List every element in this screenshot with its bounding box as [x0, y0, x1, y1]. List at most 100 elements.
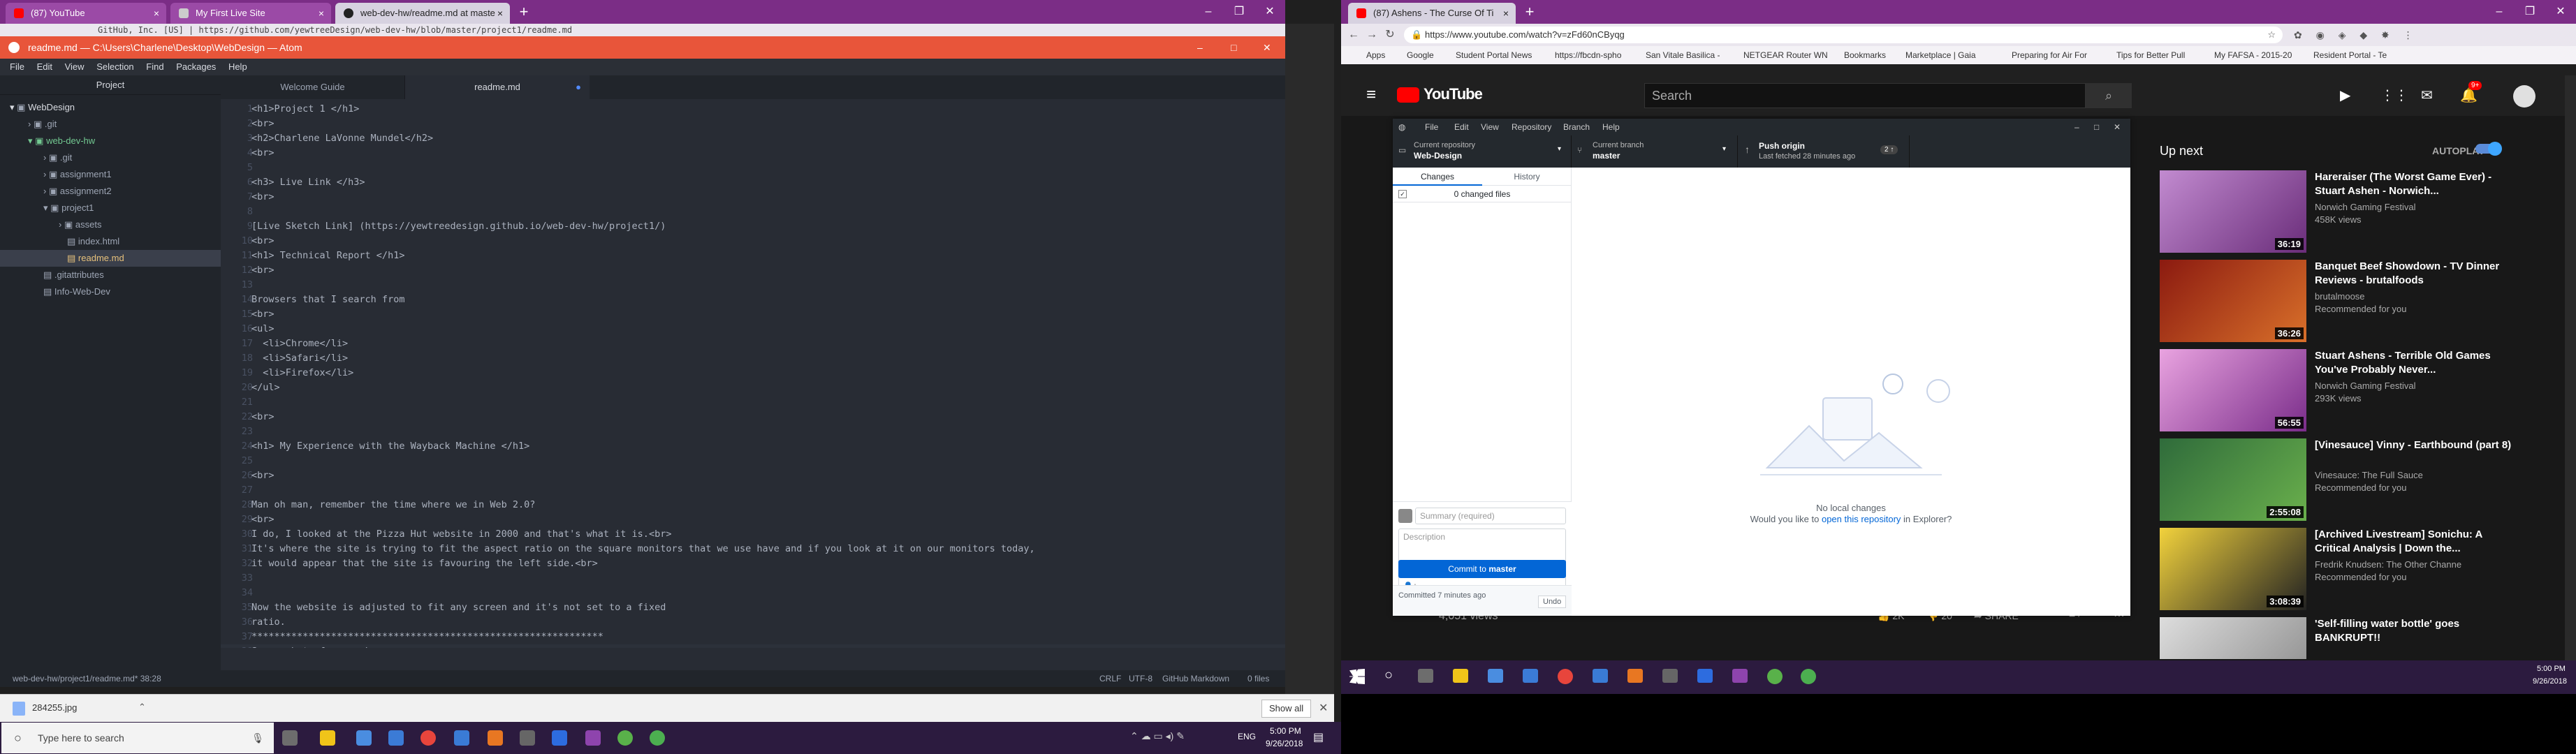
search-button[interactable]: ⌕: [2086, 83, 2132, 108]
video-card[interactable]: 36:26 Banquet Beef Showdown - TV Dinner …: [2160, 260, 2516, 342]
status-grammar[interactable]: GitHub Markdown: [1162, 670, 1229, 687]
close-icon[interactable]: ✕: [1319, 701, 1328, 715]
video-thumbnail[interactable]: 2:55:08: [2160, 438, 2306, 521]
url-input[interactable]: 🔒 https://www.youtube.com/watch?v=zFd60n…: [1404, 27, 2283, 43]
extension-icons[interactable]: ✿ ◉ ◈ ◆ ✸ ⋮: [2294, 29, 2419, 41]
code-line[interactable]: 4 <br>: [221, 146, 1285, 161]
line-text[interactable]: <br>: [251, 410, 275, 424]
code-line[interactable]: 14 Browsers that I search from: [221, 293, 1285, 307]
code-area[interactable]: 1 <h1>Project 1 </h1> 2 <br> 3 <h2>Charlene L…: [221, 99, 1285, 648]
browser-tab-active[interactable]: (87) Ashens - The Curse Of Ti ×: [1348, 3, 1516, 24]
menu-view[interactable]: View: [65, 61, 85, 72]
line-text[interactable]: Man oh man, remember the time where we i…: [251, 498, 535, 512]
line-text[interactable]: <br>: [251, 263, 275, 278]
close-icon[interactable]: ×: [154, 3, 159, 24]
undo-button[interactable]: Undo: [1538, 596, 1567, 608]
status-encoding[interactable]: UTF-8: [1129, 670, 1152, 687]
maximize-button[interactable]: ❐: [1224, 0, 1254, 24]
code-line[interactable]: 12 <br>: [221, 263, 1285, 278]
code-line[interactable]: 35 Now the website is adjusted to fit any…: [221, 600, 1285, 615]
taskbar-search[interactable]: ○ Type here to search 🎙: [1, 723, 274, 753]
app-m-icon[interactable]: [1593, 669, 1608, 683]
tab-welcome-guide[interactable]: Welcome Guide: [221, 75, 405, 99]
code-line[interactable]: 16 <ul>: [221, 322, 1285, 337]
app-notes-icon[interactable]: [1662, 669, 1678, 683]
app-m-icon[interactable]: [454, 730, 469, 746]
current-repository-button[interactable]: ▭ Current repository Web-Design ▾: [1393, 135, 1572, 168]
bookmark-bookmarks[interactable]: Bookmarks: [1844, 46, 1886, 64]
code-line[interactable]: 24 <h1> My Experience with the Wayback Ma…: [221, 439, 1285, 454]
menu-help[interactable]: Help: [228, 61, 247, 72]
code-line[interactable]: 38Screenshot of my workspace.: [221, 644, 1285, 648]
tree-folder[interactable]: ▾ ▣ WebDesign: [10, 99, 75, 116]
video-thumbnail[interactable]: 36:19: [2160, 170, 2306, 253]
code-line[interactable]: 26 <br>: [221, 468, 1285, 483]
bookmark-student-portal[interactable]: Student Portal News: [1456, 46, 1532, 64]
close-window-button[interactable]: ✕: [2114, 119, 2121, 135]
download-filename[interactable]: 284255.jpg: [32, 702, 77, 713]
ghd-menu-repository[interactable]: Repository: [1512, 119, 1551, 135]
maximize-button[interactable]: □: [2094, 119, 2099, 135]
tree-folder[interactable]: › ▣ .git: [28, 116, 57, 133]
bookmark-resident-portal[interactable]: Resident Portal - Te: [2313, 46, 2387, 64]
task-view-icon[interactable]: [282, 730, 298, 746]
line-text[interactable]: <li>Safari</li>: [251, 351, 348, 366]
app-blue-icon[interactable]: [552, 730, 567, 746]
menu-find[interactable]: Find: [146, 61, 163, 72]
line-text[interactable]: <h1> Technical Report </h1>: [251, 249, 404, 263]
bookmark-fafsa[interactable]: My FAFSA - 2015-20: [2214, 46, 2292, 64]
new-tab-button[interactable]: +: [515, 4, 532, 21]
tree-file[interactable]: ▤ Info-Web-Dev: [43, 283, 110, 300]
status-file-path[interactable]: web-dev-hw/project1/readme.md* 38:28: [13, 670, 161, 687]
system-tray-icons[interactable]: ⌃ ☁ ▭ ◂) ✎: [1130, 730, 1185, 742]
open-repository-link[interactable]: open this repository: [1822, 514, 1901, 524]
code-line[interactable]: 13: [221, 278, 1285, 293]
task-view-icon[interactable]: [1418, 669, 1433, 683]
file-explorer-icon[interactable]: [1453, 669, 1468, 683]
app-green-icon[interactable]: [1801, 669, 1816, 684]
video-card[interactable]: 'Self-filling water bottle' goes BANKRUP…: [2160, 617, 2516, 659]
code-line[interactable]: 7 <br>: [221, 190, 1285, 205]
line-text[interactable]: </ul>: [251, 380, 280, 395]
bookmark-marketplace[interactable]: Marketplace | Gaia: [1905, 46, 1976, 64]
video-card[interactable]: 36:19 Hareraiser (The Worst Game Ever) -…: [2160, 170, 2516, 253]
avatar[interactable]: [2513, 85, 2535, 108]
search-input[interactable]: Search: [1644, 83, 2086, 108]
code-line[interactable]: 1 <h1>Project 1 </h1>: [221, 102, 1285, 117]
code-line[interactable]: 29 <br>: [221, 512, 1285, 527]
chrome-icon[interactable]: [420, 730, 436, 746]
maximize-button[interactable]: □: [1231, 36, 1236, 59]
close-icon[interactable]: ×: [497, 3, 503, 24]
tree-folder[interactable]: ▾ ▣ project1: [43, 200, 94, 216]
create-video-icon[interactable]: ▶: [2340, 87, 2350, 104]
tree-folder[interactable]: › ▣ assignment2: [43, 183, 112, 200]
line-text[interactable]: <br>: [251, 117, 275, 131]
tab-history[interactable]: History: [1482, 168, 1572, 186]
show-all-button[interactable]: Show all: [1261, 700, 1312, 718]
tray-date[interactable]: 9/26/2018: [1266, 739, 1303, 748]
video-card[interactable]: 56:55 Stuart Ashens - Terrible Old Games…: [2160, 349, 2516, 431]
star-icon[interactable]: ☆: [2267, 27, 2276, 43]
code-line[interactable]: 37 **************************************…: [221, 630, 1285, 644]
menu-file[interactable]: File: [10, 61, 24, 72]
forward-icon[interactable]: →: [1365, 28, 1379, 42]
browser-tab[interactable]: (87) YouTube ×: [6, 3, 166, 24]
menu-edit[interactable]: Edit: [37, 61, 52, 72]
ghd-menu-branch[interactable]: Branch: [1563, 119, 1590, 135]
code-line[interactable]: 31 It's where the site is trying to fit t…: [221, 542, 1285, 556]
video-thumbnail[interactable]: 3:08:39: [2160, 528, 2306, 610]
bookmark-san-vitale[interactable]: San Vitale Basilica -: [1646, 46, 1720, 64]
notifications-icon[interactable]: ▤: [1313, 730, 1324, 744]
chrome-icon[interactable]: [1558, 669, 1573, 684]
menu-icon[interactable]: ≡: [1366, 85, 1376, 105]
close-icon[interactable]: ×: [319, 3, 324, 24]
minimize-button[interactable]: –: [1193, 0, 1224, 24]
code-line[interactable]: 18 <li>Safari</li>: [221, 351, 1285, 366]
line-text[interactable]: <br>: [251, 468, 275, 483]
line-text[interactable]: <h1> My Experience with the Wayback Mach…: [251, 439, 529, 454]
code-line[interactable]: 23: [221, 424, 1285, 439]
tray-language[interactable]: ENG: [1238, 732, 1256, 741]
line-text[interactable]: ****************************************…: [251, 630, 603, 644]
line-text[interactable]: <br>: [251, 234, 275, 249]
tree-file-selected[interactable]: ▤ readme.md: [67, 250, 124, 267]
